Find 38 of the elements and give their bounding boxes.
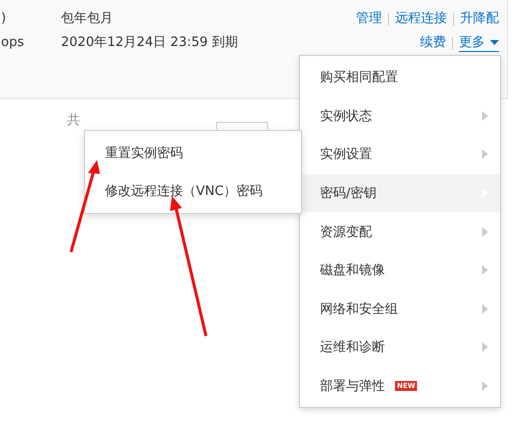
- menu-label: 运维和诊断: [320, 339, 385, 356]
- action-link[interactable]: 升降配: [460, 10, 499, 28]
- menu-label: 密码/密钥: [320, 185, 376, 202]
- submenu-item[interactable]: 修改远程连接（VNC）密码: [85, 172, 301, 210]
- page-size-select[interactable]: [216, 122, 268, 129]
- menu-label: 网络和安全组: [320, 300, 398, 318]
- submenu-item[interactable]: 重置实例密码: [85, 134, 301, 172]
- pagination-text: 共: [67, 113, 80, 129]
- billing-type: 包年包月: [61, 10, 114, 28]
- menu-item[interactable]: 网络和安全组: [300, 290, 500, 328]
- menu-label: 实例设置: [320, 146, 372, 164]
- submenu-arrow-icon: [482, 110, 488, 121]
- menu-label: 磁盘和镜像: [320, 262, 385, 280]
- menu-label: 购买相同配置: [320, 69, 398, 86]
- instance-name: ): [1, 10, 8, 28]
- action-link[interactable]: 远程连接: [395, 10, 447, 28]
- more-dropdown[interactable]: 更多: [459, 34, 499, 52]
- menu-item[interactable]: 实例状态: [300, 96, 500, 136]
- action-link[interactable]: 续费: [420, 34, 446, 52]
- menu-label: 部署与弹性: [320, 378, 385, 396]
- action-link[interactable]: 管理: [356, 10, 382, 28]
- menu-label: 实例状态: [320, 108, 372, 125]
- submenu-arrow-icon: [482, 265, 488, 276]
- menu-item[interactable]: 资源变配: [300, 212, 500, 251]
- submenu-arrow-icon: [482, 342, 488, 352]
- submenu-arrow-icon: [482, 149, 488, 160]
- submenu-arrow-icon: [482, 304, 488, 314]
- menu-item[interactable]: 密码/密钥: [300, 174, 500, 212]
- menu-label: 资源变配: [320, 224, 372, 241]
- menu-item[interactable]: 运维和诊断: [300, 328, 500, 367]
- menu-item[interactable]: 购买相同配置: [300, 58, 500, 97]
- instance-spec: ops: [1, 34, 25, 52]
- expiry-date: 2020年12月24日 23:59 到期: [61, 34, 239, 52]
- caret-icon: [490, 40, 499, 45]
- menu-item[interactable]: 磁盘和镜像: [300, 250, 500, 290]
- menu-item[interactable]: 实例设置: [300, 135, 500, 174]
- submenu-arrow-icon: [482, 381, 488, 392]
- submenu-arrow-icon: [482, 226, 488, 237]
